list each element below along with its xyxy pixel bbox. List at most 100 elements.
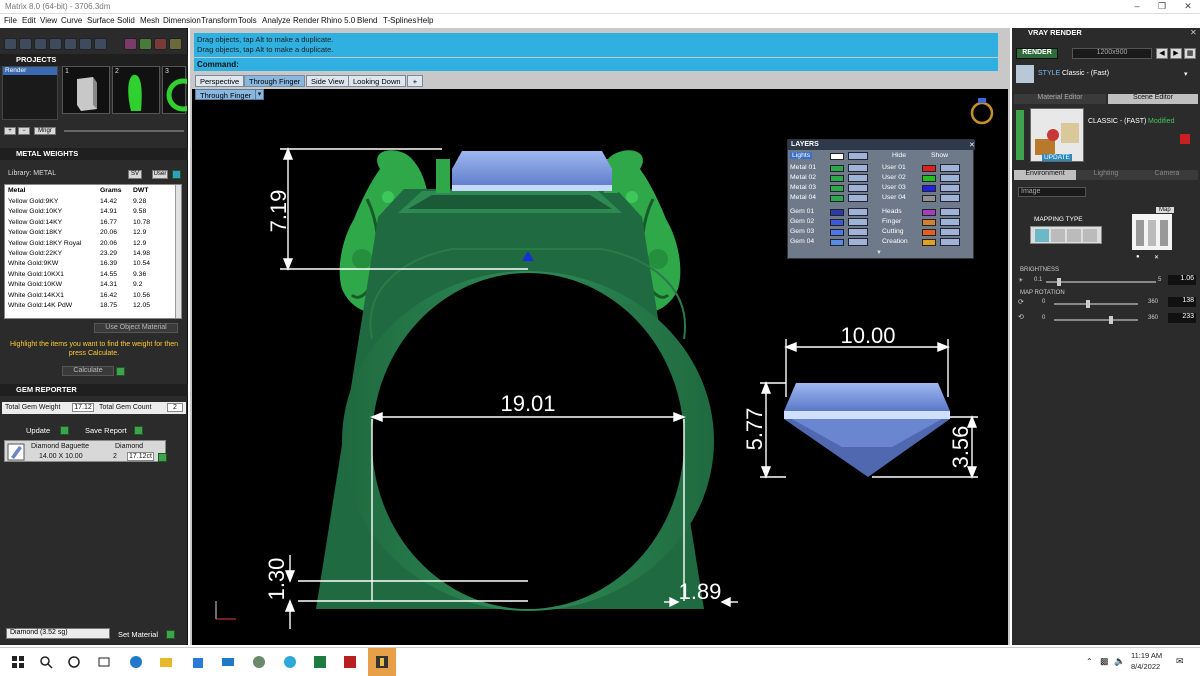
save-report-label[interactable]: Save Report — [85, 426, 127, 435]
network-icon[interactable]: ▩ — [1100, 656, 1109, 667]
rot2-value[interactable]: 233 — [1168, 313, 1196, 323]
volume-icon[interactable]: 🔈 — [1114, 656, 1125, 667]
add-project-button[interactable]: + — [4, 127, 16, 135]
layer-color-swatch[interactable] — [830, 165, 844, 172]
resolution-select[interactable]: 1200x900 — [1072, 48, 1152, 59]
layer-color-swatch[interactable] — [830, 175, 844, 182]
tab-add-button[interactable]: + — [407, 75, 423, 87]
map-clear-icon[interactable]: ✕ — [1154, 254, 1159, 261]
map-preview[interactable] — [1132, 214, 1172, 250]
menu-file[interactable]: File — [4, 16, 17, 25]
tab-camera[interactable]: Camera — [1136, 170, 1198, 180]
viewport[interactable]: Through Finger ▾ 7.19 10.00 19.01 5.77 3… — [192, 89, 1008, 645]
layer-lock-toggle[interactable] — [848, 164, 868, 172]
layer-color-swatch[interactable] — [922, 219, 936, 226]
windows-start-icon[interactable] — [10, 654, 26, 670]
layer-label[interactable]: Gem 02 — [790, 218, 814, 225]
map-flat-icon[interactable] — [1035, 229, 1049, 242]
menu-analyze[interactable]: Analyze — [262, 16, 290, 25]
tab-side-view[interactable]: Side View — [306, 75, 350, 87]
command-line[interactable]: Command: — [194, 58, 998, 71]
layer-lock-toggle[interactable] — [848, 218, 868, 226]
project-thumb-2[interactable]: 2 — [112, 66, 160, 114]
grid-icon[interactable] — [4, 38, 17, 50]
edge-icon[interactable] — [128, 654, 144, 670]
map-dome-icon[interactable] — [1083, 229, 1097, 242]
clock-time[interactable]: 11:19 AM — [1131, 651, 1162, 660]
maximize-button[interactable]: ❐ — [1150, 0, 1174, 14]
layer-color-swatch[interactable] — [830, 219, 844, 226]
layer-color-swatch[interactable] — [830, 195, 844, 202]
menu-blend[interactable]: Blend — [357, 16, 377, 25]
update-button[interactable]: UPDATE — [1042, 154, 1072, 161]
style-value[interactable]: Classic - (Fast) — [1062, 70, 1109, 77]
table-row[interactable]: White Gold:14KX1 16.42 10.56 — [5, 291, 175, 301]
update-go-icon[interactable] — [60, 426, 69, 435]
grid-view-icon[interactable]: ▦ — [1184, 48, 1196, 59]
table-row[interactable]: White Gold:10KX1 14.55 9.36 — [5, 270, 175, 280]
info-icon[interactable] — [172, 170, 181, 179]
layer-color-swatch[interactable] — [922, 185, 936, 192]
layer-color-swatch[interactable] — [922, 229, 936, 236]
active-app-tile[interactable] — [368, 648, 396, 676]
tab-lighting[interactable]: Lighting — [1076, 170, 1136, 180]
notification-icon[interactable]: ✉ — [1176, 656, 1184, 667]
layer-color-swatch[interactable] — [830, 239, 844, 246]
filter-icon[interactable] — [64, 38, 77, 50]
cortana-icon[interactable] — [66, 654, 82, 670]
layer-lock-toggle[interactable] — [940, 174, 960, 182]
vray-close-icon[interactable]: ✕ — [1190, 28, 1197, 37]
excel-icon[interactable] — [312, 654, 328, 670]
remove-project-button[interactable]: − — [18, 127, 30, 135]
layer-label[interactable]: Finger — [882, 218, 901, 225]
show-label[interactable]: Show — [931, 152, 948, 159]
layer-lock-toggle[interactable] — [940, 218, 960, 226]
layer-lock-toggle[interactable] — [848, 184, 868, 192]
next-icon[interactable]: ▶ — [1170, 48, 1182, 59]
rotation-thumb-1[interactable] — [1085, 300, 1090, 308]
layer-color-swatch[interactable] — [922, 165, 936, 172]
tab-looking-down[interactable]: Looking Down — [348, 75, 406, 87]
lights-swatch[interactable] — [830, 153, 844, 160]
menu-edit[interactable]: Edit — [22, 16, 36, 25]
layer-lock-toggle[interactable] — [848, 228, 868, 236]
app-icon-1[interactable] — [251, 654, 267, 670]
layer-label[interactable]: Gem 03 — [790, 228, 814, 235]
view-icon[interactable] — [19, 38, 32, 50]
reset-icon[interactable] — [1180, 134, 1190, 144]
layer-label[interactable]: Gem 04 — [790, 238, 814, 245]
use-object-material-select[interactable]: Use Object Material — [94, 323, 178, 333]
layer-color-swatch[interactable] — [922, 239, 936, 246]
project-thumb-3[interactable]: 3 — [162, 66, 200, 114]
table-row[interactable]: White Gold:14K PdW 18.75 12.05 — [5, 301, 175, 311]
layer-label[interactable]: Gem 01 — [790, 208, 814, 215]
menu-dimension[interactable]: Dimension — [163, 16, 201, 25]
ring-view-icon[interactable] — [970, 98, 994, 125]
projects-item-render[interactable]: Render — [3, 67, 57, 75]
layer-color-swatch[interactable] — [922, 175, 936, 182]
table-row[interactable]: Yellow Gold:18KY 20.06 12.9 — [5, 228, 175, 238]
matrix-icon[interactable] — [342, 654, 358, 670]
menu-tsplines[interactable]: T-Splines — [383, 16, 416, 25]
layers-close-icon[interactable]: ✕ — [969, 141, 975, 149]
render-button[interactable]: RENDER — [1016, 48, 1058, 59]
brightness-slider[interactable] — [1046, 278, 1156, 286]
layer-label[interactable]: User 01 — [882, 164, 906, 171]
tab-scene-editor[interactable]: Scene Editor — [1108, 94, 1198, 104]
mngr-button[interactable]: Mngr — [34, 127, 56, 135]
brightness-value[interactable]: 1.06 — [1168, 275, 1196, 285]
layer-color-swatch[interactable] — [922, 209, 936, 216]
layer-lock-toggle[interactable] — [940, 208, 960, 216]
brightness-thumb[interactable] — [1057, 278, 1061, 286]
lights-lock[interactable] — [848, 152, 868, 160]
layers-expand-icon[interactable]: ▼ — [876, 250, 882, 256]
map-sphere-icon[interactable] — [1067, 229, 1081, 242]
map-load-icon[interactable]: ● — [1136, 254, 1140, 260]
zoom-icon[interactable] — [79, 38, 92, 50]
layer-lock-toggle[interactable] — [848, 238, 868, 246]
layer-label[interactable]: User 03 — [882, 184, 906, 191]
layer-label[interactable]: User 04 — [882, 194, 906, 201]
material-select[interactable]: Diamond (3.52 sg) — [6, 628, 110, 639]
cube-icon[interactable] — [49, 38, 62, 50]
projects-list[interactable]: Render — [2, 66, 58, 120]
